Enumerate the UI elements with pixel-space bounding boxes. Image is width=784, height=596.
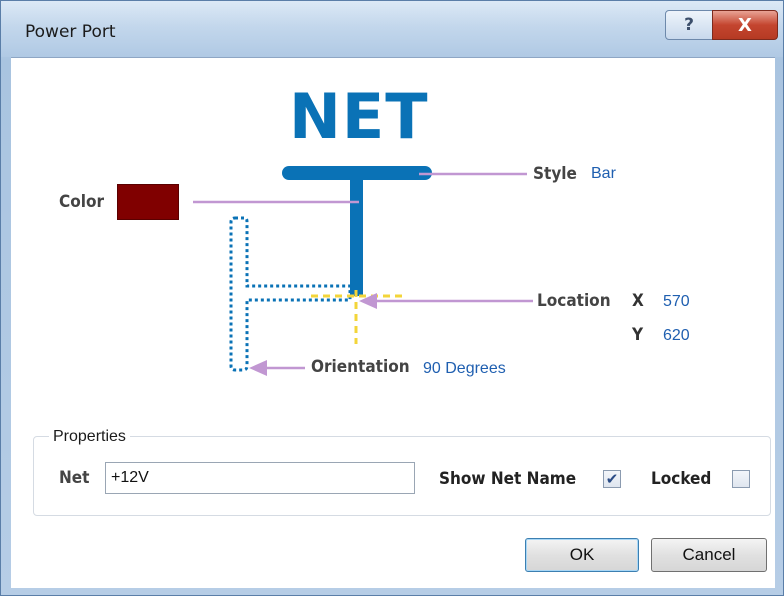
- location-y-value[interactable]: 620: [663, 327, 690, 345]
- ok-button[interactable]: OK: [525, 538, 639, 572]
- orientation-arrowhead: [249, 360, 267, 376]
- dialog-body: NET Color Style Bar Location X 570 Y 620…: [11, 57, 775, 588]
- location-x-value[interactable]: 570: [663, 293, 690, 311]
- help-icon: ?: [684, 15, 694, 35]
- checkmark-icon: ✔: [605, 471, 619, 488]
- color-swatch[interactable]: [117, 184, 179, 220]
- close-button[interactable]: X: [712, 10, 778, 40]
- orientation-label: Orientation: [311, 357, 410, 377]
- close-icon: X: [738, 14, 752, 36]
- style-value[interactable]: Bar: [591, 165, 616, 183]
- locked-checkbox[interactable]: [732, 470, 750, 488]
- net-input[interactable]: +12V: [105, 462, 415, 494]
- cancel-button[interactable]: Cancel: [651, 538, 767, 572]
- properties-group-title: Properties: [49, 428, 130, 446]
- power-port-dialog: Power Port ? X NET Color Style Bar Locat…: [0, 0, 784, 596]
- dialog-title: Power Port: [25, 22, 116, 42]
- locked-label: Locked: [651, 469, 712, 489]
- location-label: Location: [537, 291, 611, 311]
- bar-symbol-stem: [350, 170, 363, 296]
- help-button[interactable]: ?: [665, 10, 713, 40]
- location-y-label: Y: [632, 325, 644, 345]
- title-bar[interactable]: Power Port ? X: [1, 1, 783, 57]
- orientation-value[interactable]: 90 Degrees: [423, 360, 506, 378]
- net-label: Net: [59, 468, 90, 488]
- show-net-name-checkbox[interactable]: ✔: [603, 470, 621, 488]
- net-symbol-text: NET: [289, 80, 429, 153]
- color-label: Color: [59, 192, 105, 212]
- style-label: Style: [533, 164, 577, 184]
- location-x-label: X: [632, 291, 644, 311]
- orientation-ghost-outline: [229, 216, 352, 372]
- show-net-name-label: Show Net Name: [439, 469, 577, 489]
